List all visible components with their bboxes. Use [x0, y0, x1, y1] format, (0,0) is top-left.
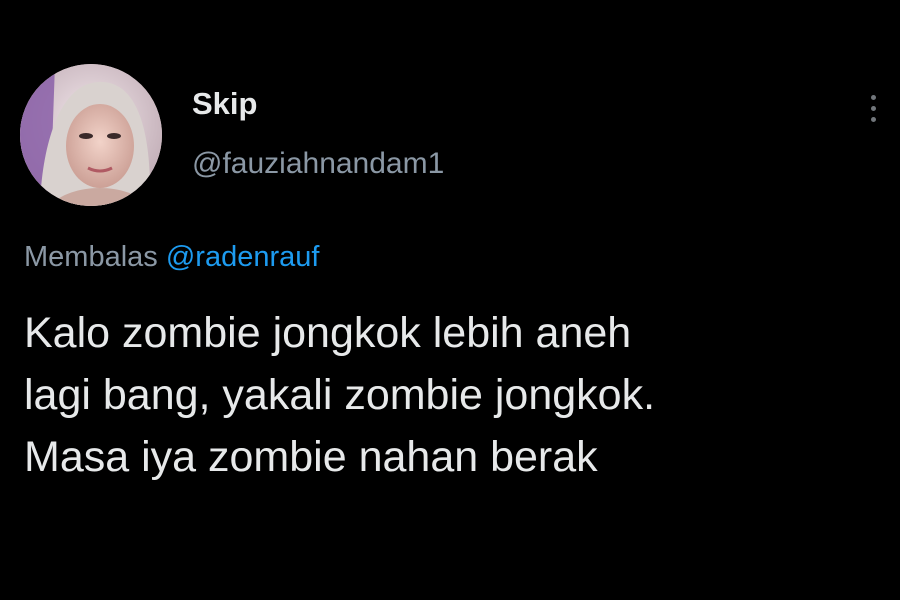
more-options-button[interactable] — [858, 84, 888, 132]
more-vertical-icon — [870, 94, 876, 122]
tweet-text: Kalo zombie jongkok lebih aneh lagi bang… — [24, 302, 884, 488]
user-handle[interactable]: @fauziahnandam1 — [192, 149, 444, 179]
reply-mention-link[interactable]: @radenrauf — [166, 241, 320, 273]
reply-prefix: Membalas — [24, 241, 158, 273]
tweet-text-line: Kalo zombie jongkok lebih aneh — [24, 309, 632, 357]
reply-context: Membalas @radenrauf — [24, 243, 319, 272]
tweet-text-line: lagi bang, yakali zombie jongkok. — [24, 371, 656, 419]
display-name[interactable]: Skip — [192, 88, 257, 119]
avatar-photo — [20, 64, 162, 206]
tweet-text-line: Masa iya zombie nahan berak — [24, 433, 598, 481]
tweet-card: Skip @fauziahnandam1 Membalas @radenrauf… — [0, 0, 900, 600]
avatar[interactable] — [20, 64, 162, 206]
